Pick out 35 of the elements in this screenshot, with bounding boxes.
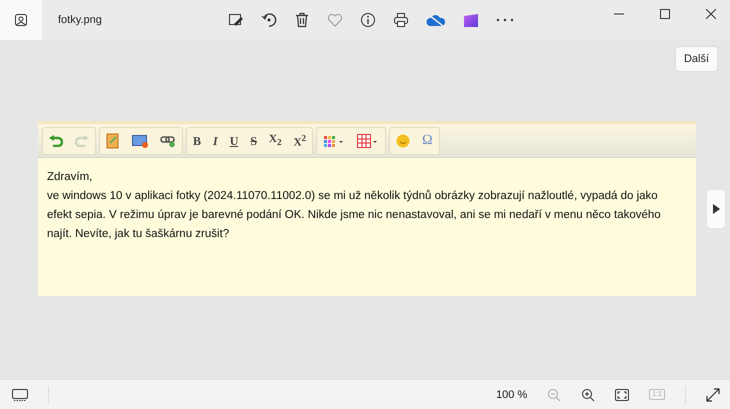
rotate-icon[interactable] <box>261 12 277 28</box>
table-dropdown-icon[interactable] <box>357 134 380 148</box>
notepad-icon[interactable] <box>106 132 120 148</box>
zoom-in-icon[interactable] <box>581 388 596 402</box>
strike-button[interactable]: S <box>250 134 258 148</box>
print-icon[interactable] <box>393 12 409 28</box>
bold-button[interactable]: B <box>193 134 202 148</box>
info-icon[interactable] <box>360 12 376 28</box>
message-paragraph: ve windows 10 v aplikaci fotky (2024.11070.11002.0) se mi už několik týdnů obrázky zobrazují nažloutlé, vypadá do jako efekt sepia. V režimu úprav je barevné podání OK. Nikde jsme nic nenastavoval, ani se mi nedaří v menu něco takového najít. Nevíte, jak tu šaškárnu zrušit? <box>47 188 662 242</box>
smiley-icon[interactable] <box>396 134 410 148</box>
filmstrip-icon[interactable] <box>12 388 28 400</box>
color-grid-dropdown-icon[interactable] <box>323 134 346 148</box>
triangle-icon <box>712 204 720 214</box>
fit-to-window-icon[interactable] <box>615 388 630 400</box>
image-icon[interactable] <box>132 134 148 148</box>
next-button[interactable]: Další <box>674 46 718 72</box>
zoom-level: 100 % <box>496 388 528 400</box>
maximize-icon[interactable] <box>660 9 670 19</box>
cloud-icon[interactable] <box>426 13 446 27</box>
italic-button[interactable]: I <box>213 134 218 148</box>
fullscreen-icon[interactable] <box>706 388 720 402</box>
message-paragraph: Zdravím, <box>47 170 94 185</box>
window-title: fotky.png <box>58 14 103 26</box>
video-editor-icon[interactable] <box>463 12 479 28</box>
delete-icon[interactable] <box>294 12 310 28</box>
next-arrow-button[interactable] <box>707 190 725 228</box>
sub-button[interactable]: X$_{2}$ <box>269 132 282 150</box>
photos-app-icon <box>0 0 42 40</box>
close-icon[interactable] <box>706 9 716 19</box>
sup-button[interactable]: X$^{2}$ <box>294 131 306 150</box>
undo-icon[interactable] <box>49 134 63 146</box>
edit-image-icon[interactable] <box>228 12 244 28</box>
underline-button[interactable]: U <box>230 134 238 148</box>
link-icon[interactable] <box>160 134 176 148</box>
more-icon[interactable] <box>496 18 514 22</box>
